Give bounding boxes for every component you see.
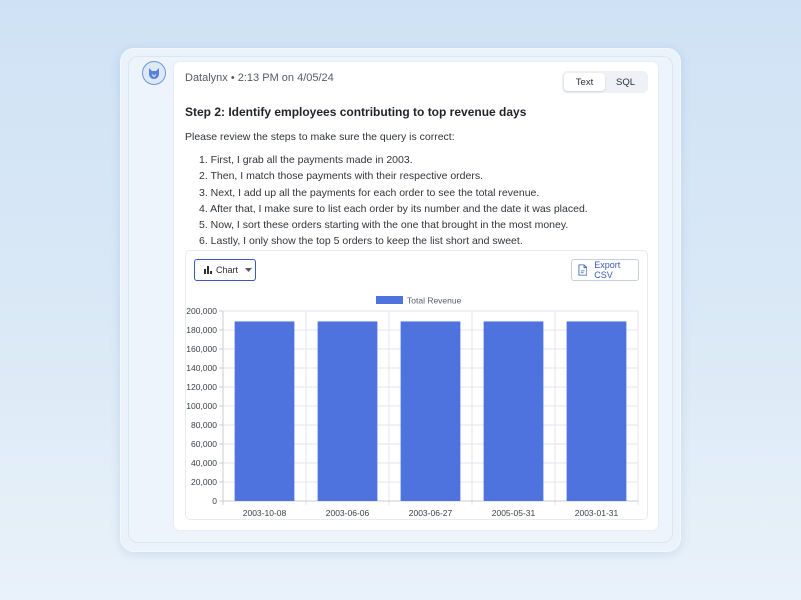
export-csv-label: Export CSV xyxy=(594,260,621,280)
x-tick-label: 2003-06-27 xyxy=(409,508,453,518)
message-meta: Datalynx • 2:13 PM on 4/05/24 xyxy=(185,72,334,84)
y-tick-label: 0 xyxy=(212,496,217,506)
fox-logo-icon xyxy=(149,68,159,79)
list-item: 2. Then, I match those payments with the… xyxy=(199,170,484,183)
legend-swatch xyxy=(376,296,403,304)
x-tick-label: 2003-10-08 xyxy=(243,508,287,518)
toggle-sql[interactable]: SQL xyxy=(605,73,646,91)
list-item: 4. After that, I make sure to list each … xyxy=(199,202,588,215)
x-tick-label: 2003-01-31 xyxy=(575,508,619,518)
y-tick-label: 100,000 xyxy=(186,401,217,411)
bar[interactable] xyxy=(317,321,378,501)
chart-type-dropdown[interactable]: Chart xyxy=(194,259,256,281)
list-item: 1. First, I grab all the payments made i… xyxy=(199,154,413,166)
toggle-text[interactable]: Text xyxy=(564,73,605,91)
x-tick-label: 2003-06-06 xyxy=(326,508,370,518)
bar[interactable] xyxy=(566,321,627,501)
list-item: 6. Lastly, I only show the top 5 orders … xyxy=(199,235,523,248)
message-card: Datalynx • 2:13 PM on 4/05/24 Text SQL S… xyxy=(174,62,658,530)
steps-list: 1. First, I grab all the payments made i… xyxy=(199,152,588,250)
view-toggle: Text SQL xyxy=(562,71,648,93)
y-tick-label: 40,000 xyxy=(191,458,217,468)
y-tick-label: 140,000 xyxy=(186,363,217,373)
assistant-avatar xyxy=(142,61,166,85)
y-tick-label: 120,000 xyxy=(186,382,217,392)
file-icon xyxy=(578,264,588,276)
y-tick-label: 160,000 xyxy=(186,344,217,354)
chart-type-label: Chart xyxy=(216,265,239,275)
revenue-bar-chart: Total Revenue 0 20,000 40,000 60,000 80,000 1… xyxy=(186,296,639,518)
legend-label: Total Revenue xyxy=(407,296,462,306)
chart-panel: Chart Export CSV Total Revenue 0 20,000 40… xyxy=(185,250,648,520)
y-tick-label: 200,000 xyxy=(186,306,217,316)
list-item: 5. Now, I sort these orders starting wit… xyxy=(199,219,569,232)
intro-text: Please review the steps to make sure the… xyxy=(185,131,455,143)
step-title: Step 2: Identify employees contributing … xyxy=(185,105,527,119)
bar[interactable] xyxy=(400,321,461,501)
chevron-down-icon xyxy=(245,268,253,272)
list-item: 3. Next, I add up all the payments for e… xyxy=(199,186,540,199)
bar[interactable] xyxy=(234,321,295,501)
y-tick-label: 180,000 xyxy=(186,325,217,335)
bar-chart-icon xyxy=(204,266,212,274)
y-tick-label: 20,000 xyxy=(191,477,217,487)
export-csv-button[interactable]: Export CSV xyxy=(571,259,639,281)
chart-legend: Total Revenue xyxy=(376,296,462,306)
bar[interactable] xyxy=(483,321,544,501)
y-tick-label: 60,000 xyxy=(191,439,217,449)
y-tick-label: 80,000 xyxy=(191,420,217,430)
x-tick-label: 2005-05-31 xyxy=(492,508,536,518)
